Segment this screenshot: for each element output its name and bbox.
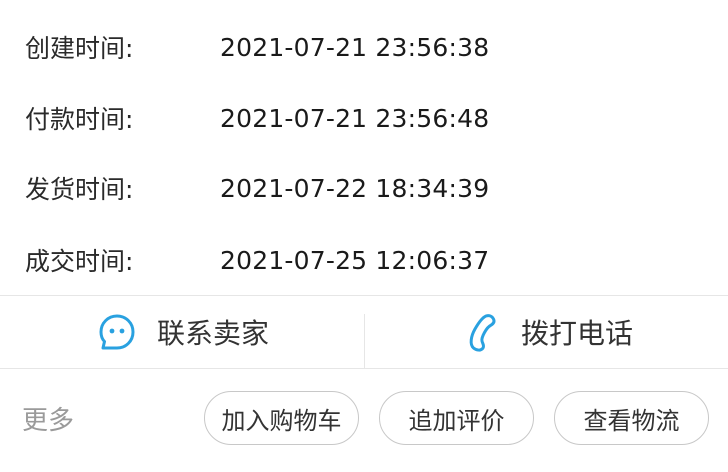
created-time-label: 创建时间: (25, 34, 134, 63)
shipping-time-value: 2021-07-22 18:34:39 (220, 173, 490, 203)
view-logistics-button[interactable]: 查看物流 (554, 391, 709, 445)
payment-time-label: 付款时间: (25, 105, 134, 134)
add-review-button[interactable]: 追加评价 (379, 391, 534, 445)
more-link[interactable]: 更多 (22, 400, 74, 437)
phone-icon (461, 312, 501, 352)
call-phone-button[interactable]: 拨打电话 (461, 296, 633, 368)
add-to-cart-button[interactable]: 加入购物车 (204, 391, 359, 445)
call-phone-label: 拨打电话 (521, 317, 634, 350)
shipping-time-row: 发货时间: 2021-07-22 18:34:39 (0, 168, 728, 208)
deal-time-row: 成交时间: 2021-07-25 12:06:37 (0, 240, 728, 280)
payment-time-row: 付款时间: 2021-07-21 23:56:48 (0, 98, 728, 138)
divider (364, 314, 365, 368)
created-time-value: 2021-07-21 23:56:38 (220, 32, 490, 62)
contact-seller-button[interactable]: 联系卖家 (97, 296, 269, 368)
deal-time-label: 成交时间: (25, 247, 134, 276)
contact-seller-label: 联系卖家 (157, 317, 270, 350)
order-info-panel: 创建时间: 2021-07-21 23:56:38 付款时间: 2021-07-… (0, 0, 728, 295)
payment-time-value: 2021-07-21 23:56:48 (220, 103, 490, 133)
deal-time-value: 2021-07-25 12:06:37 (220, 245, 490, 275)
chat-bubble-icon (97, 312, 137, 352)
created-time-row: 创建时间: 2021-07-21 23:56:38 (0, 27, 728, 67)
shipping-time-label: 发货时间: (25, 175, 134, 204)
